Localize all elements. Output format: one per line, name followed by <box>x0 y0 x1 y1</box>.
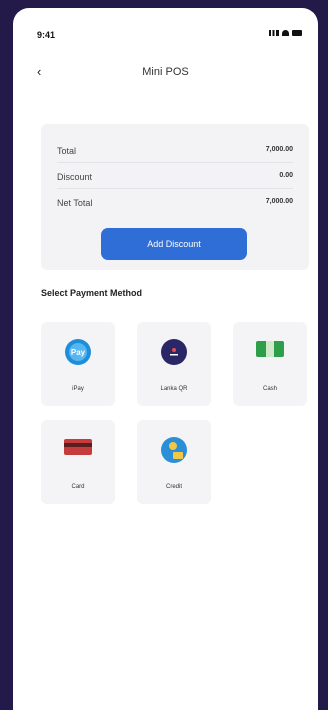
payment-method-lanka-qr[interactable]: Lanka QR <box>137 322 211 406</box>
status-time: 9:41 <box>37 30 56 40</box>
status-bar: 9:41 <box>13 24 318 40</box>
phone-screen: 9:41 ‹ Mini POS Total 7,000.00 Discount … <box>13 8 318 710</box>
summary-label: Net Total <box>57 198 93 208</box>
payment-method-label: Lanka QR <box>160 386 188 392</box>
payment-method-credit[interactable]: Credit <box>137 420 211 504</box>
summary-value: 0.00 <box>279 172 293 179</box>
credit-icon <box>161 437 187 463</box>
status-icons <box>269 30 302 36</box>
ipay-icon: Pay <box>65 339 91 365</box>
summary-value: 7,000.00 <box>265 198 293 205</box>
payment-method-label: Card <box>71 484 85 490</box>
battery-icon <box>292 30 302 36</box>
order-summary-card: Total 7,000.00 Discount 0.00 Net Total 7… <box>41 124 309 270</box>
lanka-qr-icon <box>161 339 187 365</box>
summary-value: 7,000.00 <box>265 146 293 153</box>
card-icon <box>64 439 92 455</box>
signal-icon <box>269 30 279 36</box>
payment-method-cash[interactable]: Cash <box>233 322 307 406</box>
page-title: Mini POS <box>142 66 189 78</box>
payment-method-ipay[interactable]: Pay iPay <box>41 322 115 406</box>
payment-method-label: iPay <box>72 386 84 392</box>
add-discount-button[interactable]: Add Discount <box>101 228 247 260</box>
payment-method-label: Credit <box>165 484 182 490</box>
payment-method-label: Cash <box>262 386 277 392</box>
summary-label: Total <box>57 146 77 156</box>
cash-icon <box>256 341 284 357</box>
header: ‹ Mini POS <box>13 64 318 84</box>
payment-section-title: Select Payment Method <box>41 288 143 298</box>
divider <box>57 162 293 163</box>
payment-method-card[interactable]: Card <box>41 420 115 504</box>
summary-label: Discount <box>57 172 93 182</box>
wifi-icon <box>282 30 289 36</box>
svg-text:Pay: Pay <box>71 348 86 357</box>
divider <box>57 188 293 189</box>
